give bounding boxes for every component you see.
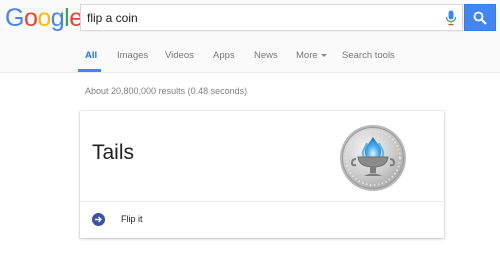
tab-news[interactable]: News xyxy=(254,50,278,61)
caret-down-icon xyxy=(320,53,327,57)
coin-flip-card: Tails Flip it xyxy=(80,111,444,238)
tab-apps[interactable]: Apps xyxy=(213,50,235,61)
header: Google All Images Videos Apps News More … xyxy=(0,0,500,73)
tab-images[interactable]: Images xyxy=(117,50,148,61)
tab-videos[interactable]: Videos xyxy=(165,50,194,61)
search-box xyxy=(80,4,463,31)
tab-search-tools[interactable]: Search tools xyxy=(342,50,395,61)
flip-it-label: Flip it xyxy=(121,214,143,224)
flip-it-button[interactable]: Flip it xyxy=(92,212,143,226)
tab-more-label: More xyxy=(296,50,318,61)
coin-tails-icon xyxy=(340,125,406,191)
magnifier-icon xyxy=(473,11,487,25)
tab-more[interactable]: More xyxy=(296,50,327,61)
active-tab-indicator xyxy=(78,69,101,72)
search-input[interactable] xyxy=(87,5,427,30)
coin-result: Tails xyxy=(92,141,135,164)
search-tabs: All Images Videos Apps News More Search … xyxy=(0,48,500,73)
card-divider xyxy=(80,201,444,202)
results-stats: About 20,800,000 results (0.48 seconds) xyxy=(85,86,248,96)
arrow-right-circle-icon xyxy=(92,212,105,226)
search-button[interactable] xyxy=(464,4,496,31)
microphone-icon[interactable] xyxy=(445,10,457,26)
tab-all[interactable]: All xyxy=(85,50,97,61)
google-logo[interactable]: Google xyxy=(5,4,83,33)
